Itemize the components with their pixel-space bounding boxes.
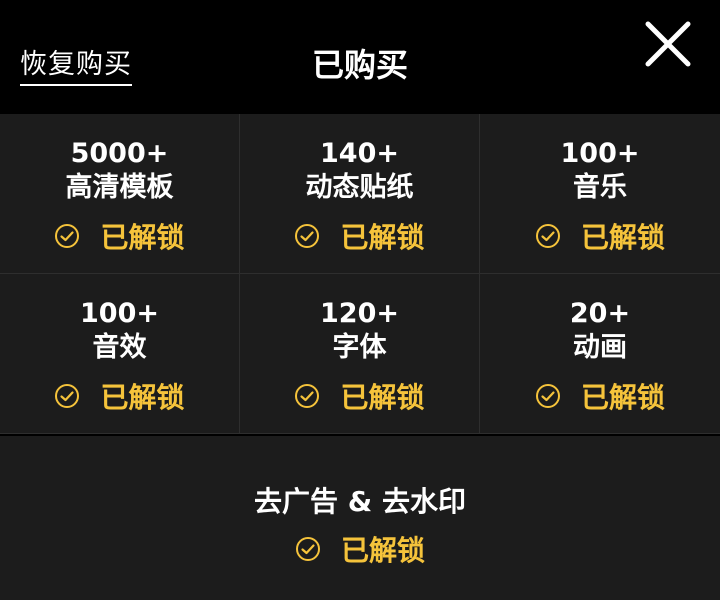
feature-name: 动画 bbox=[573, 332, 627, 363]
feature-cell-music: 100+ 音乐 已解锁 bbox=[480, 114, 720, 274]
unlocked-status: 已解锁 bbox=[54, 376, 185, 416]
unlocked-status: 已解锁 bbox=[295, 529, 425, 569]
status-label: 已解锁 bbox=[580, 221, 665, 254]
status-label: 已解锁 bbox=[340, 221, 425, 254]
unlocked-status: 已解锁 bbox=[54, 216, 185, 256]
status-label: 已解锁 bbox=[100, 221, 185, 254]
check-circle-icon bbox=[535, 224, 560, 248]
feature-name: 高清模板 bbox=[65, 172, 174, 203]
feature-count: 5000+ bbox=[70, 138, 169, 169]
feature-cell-sound-effects: 100+ 音效 已解锁 bbox=[0, 274, 240, 434]
status-label: 已解锁 bbox=[340, 534, 425, 567]
page-title: 已购买 bbox=[311, 46, 408, 84]
check-circle-icon bbox=[535, 384, 560, 408]
feature-count: 140+ bbox=[320, 138, 399, 169]
feature-cell-fonts: 120+ 字体 已解锁 bbox=[240, 274, 480, 434]
feature-count: 20+ bbox=[569, 298, 631, 329]
header: 恢复购买 已购买 bbox=[0, 0, 720, 114]
feature-count: 120+ bbox=[320, 298, 399, 329]
feature-count: 100+ bbox=[560, 138, 640, 169]
status-label: 已解锁 bbox=[340, 381, 425, 414]
close-icon bbox=[645, 21, 691, 67]
feature-cell-templates: 5000+ 高清模板 已解锁 bbox=[0, 114, 240, 274]
features-grid: 5000+ 高清模板 已解锁 140+ 动态贴纸 已解锁 100+ 音乐 已解锁… bbox=[0, 114, 720, 434]
status-label: 已解锁 bbox=[580, 381, 665, 414]
status-label: 已解锁 bbox=[100, 381, 185, 414]
close-button[interactable] bbox=[640, 16, 696, 72]
feature-name: 音效 bbox=[92, 332, 147, 363]
feature-count: 100+ bbox=[80, 298, 159, 329]
ad-watermark-removal-section: 去广告 & 去水印 已解锁 bbox=[0, 436, 720, 600]
feature-name: 动态贴纸 bbox=[305, 172, 414, 203]
check-circle-icon bbox=[55, 384, 80, 408]
unlocked-status: 已解锁 bbox=[535, 376, 665, 416]
feature-cell-stickers: 140+ 动态贴纸 已解锁 bbox=[240, 114, 480, 274]
check-circle-icon bbox=[295, 224, 320, 248]
unlocked-status: 已解锁 bbox=[294, 376, 425, 416]
feature-name: 音乐 bbox=[573, 172, 627, 203]
unlocked-status: 已解锁 bbox=[294, 216, 425, 256]
check-circle-icon bbox=[295, 537, 320, 561]
feature-name: 字体 bbox=[332, 332, 387, 363]
feature-cell-animations: 20+ 动画 已解锁 bbox=[480, 274, 720, 434]
check-circle-icon bbox=[55, 224, 80, 248]
feature-name: 去广告 & 去水印 bbox=[254, 485, 466, 518]
unlocked-status: 已解锁 bbox=[535, 216, 665, 256]
check-circle-icon bbox=[295, 384, 320, 408]
